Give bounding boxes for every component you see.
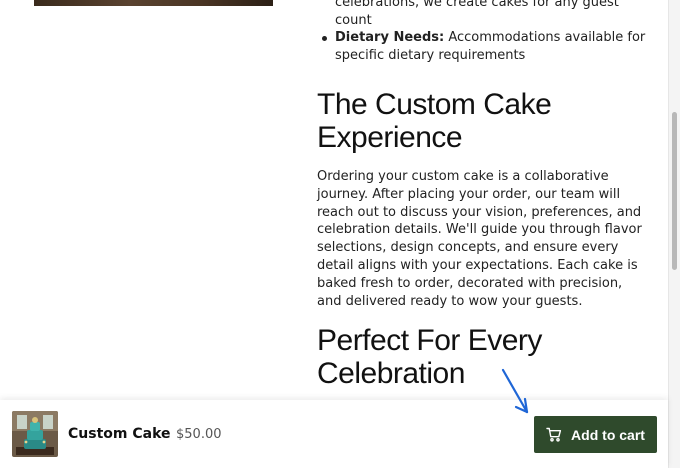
feature-label: Dietary Needs: <box>335 30 445 45</box>
sticky-add-to-cart-bar: Custom Cake $50.00 Add to cart <box>0 400 668 468</box>
arrow-annotation-icon <box>501 368 529 414</box>
add-to-cart-button[interactable]: Add to cart <box>534 416 657 453</box>
list-item: celebrations, we create cakes for any gu… <box>317 0 647 29</box>
product-name: Custom Cake <box>68 426 171 442</box>
product-price: $50.00 <box>176 427 222 442</box>
feature-list: celebrations, we create cakes for any gu… <box>317 0 647 64</box>
cart-icon <box>546 427 562 442</box>
experience-paragraph: Ordering your custom cake is a collabora… <box>317 169 642 309</box>
list-item: Dietary Needs: Accommodations available … <box>317 29 647 64</box>
bullet-icon <box>322 36 327 41</box>
section-heading-experience: The Custom Cake Experience <box>317 88 552 154</box>
product-thumbnail <box>12 411 58 457</box>
scrollbar-thumb[interactable] <box>672 112 677 270</box>
section-heading-celebration: Perfect For Every Celebration <box>317 324 542 390</box>
add-to-cart-label: Add to cart <box>571 426 645 443</box>
page-scrollbar[interactable] <box>668 0 680 468</box>
product-image <box>34 0 273 6</box>
feature-text: celebrations, we create cakes for any gu… <box>335 0 619 28</box>
